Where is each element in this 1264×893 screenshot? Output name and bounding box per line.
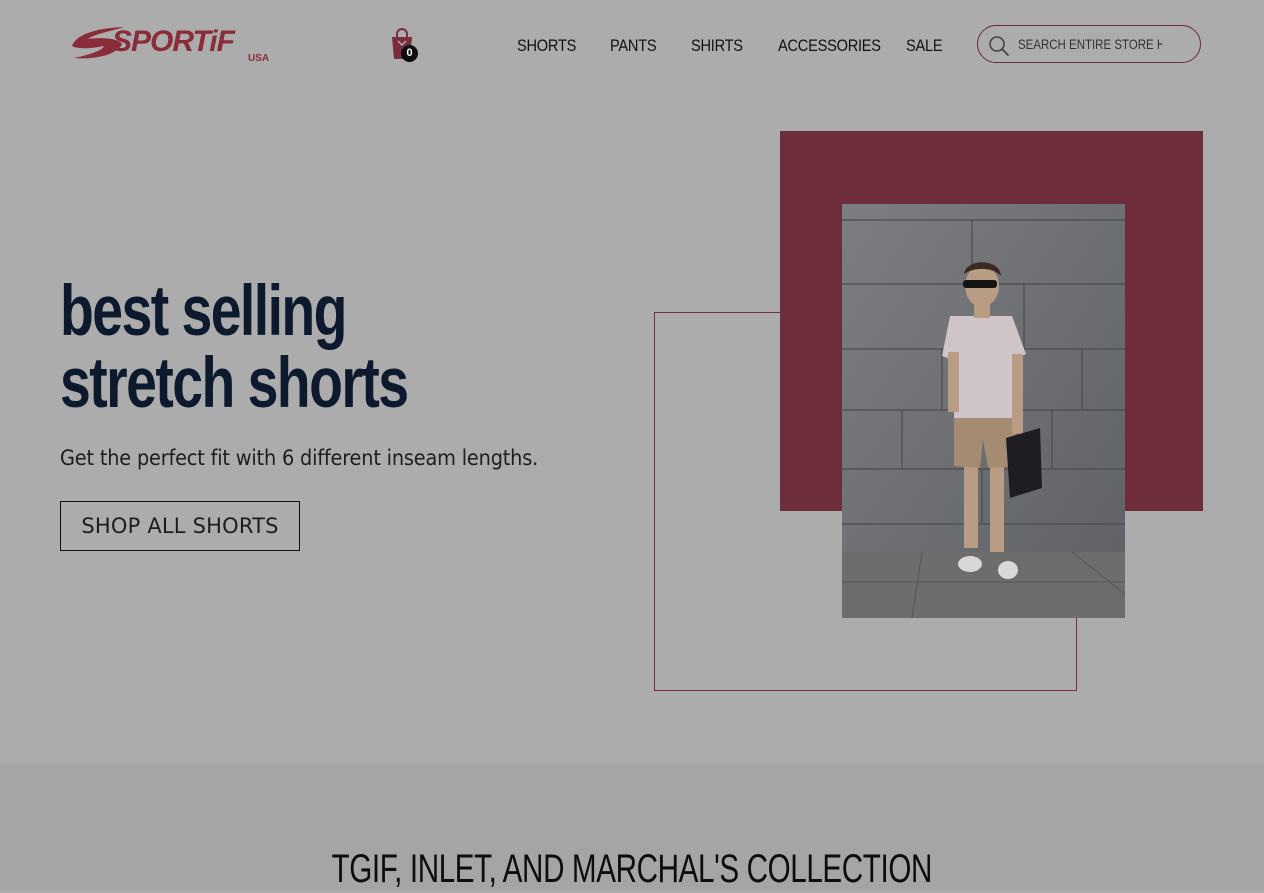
sportif-logo[interactable]: SPORTiF USA: [68, 24, 280, 68]
collection-title: TGIF, INLET, AND MARCHAL'S COLLECTION: [0, 845, 1264, 893]
nav-sale[interactable]: SALE: [906, 35, 943, 57]
nav-shorts[interactable]: SHORTS: [517, 35, 576, 57]
hero-title-line-1: best selling: [60, 272, 348, 351]
nav-accessories[interactable]: ACCESSORIES: [778, 35, 881, 57]
hero-subtitle: Get the perfect fit with 6 different ins…: [60, 446, 539, 470]
hero-model-photo: [842, 204, 1125, 618]
search-input[interactable]: [1018, 33, 1163, 55]
site-header: SPORTiF USA 0 SHORTS PANTS SHIRTS ACCESS…: [0, 0, 1264, 92]
cart-count-badge: 0: [401, 45, 418, 62]
collection-title-text: TGIF, INLET, AND MARCHAL'S COLLECTION: [331, 847, 933, 891]
model-photo-image: [842, 204, 1125, 618]
logo-wordmark: SPORTiF: [112, 25, 235, 58]
cart-button[interactable]: 0: [388, 27, 422, 63]
search-box[interactable]: [977, 25, 1201, 63]
hero-title: best selling stretch shorts: [60, 276, 497, 420]
hero-title-line-2: stretch shorts: [60, 344, 409, 423]
nav-pants[interactable]: PANTS: [610, 35, 657, 57]
logo-usa: USA: [248, 53, 270, 64]
search-icon[interactable]: [988, 35, 1010, 57]
nav-shirts[interactable]: SHIRTS: [691, 35, 743, 57]
shop-all-shorts-button[interactable]: SHOP ALL SHORTS: [60, 501, 300, 551]
